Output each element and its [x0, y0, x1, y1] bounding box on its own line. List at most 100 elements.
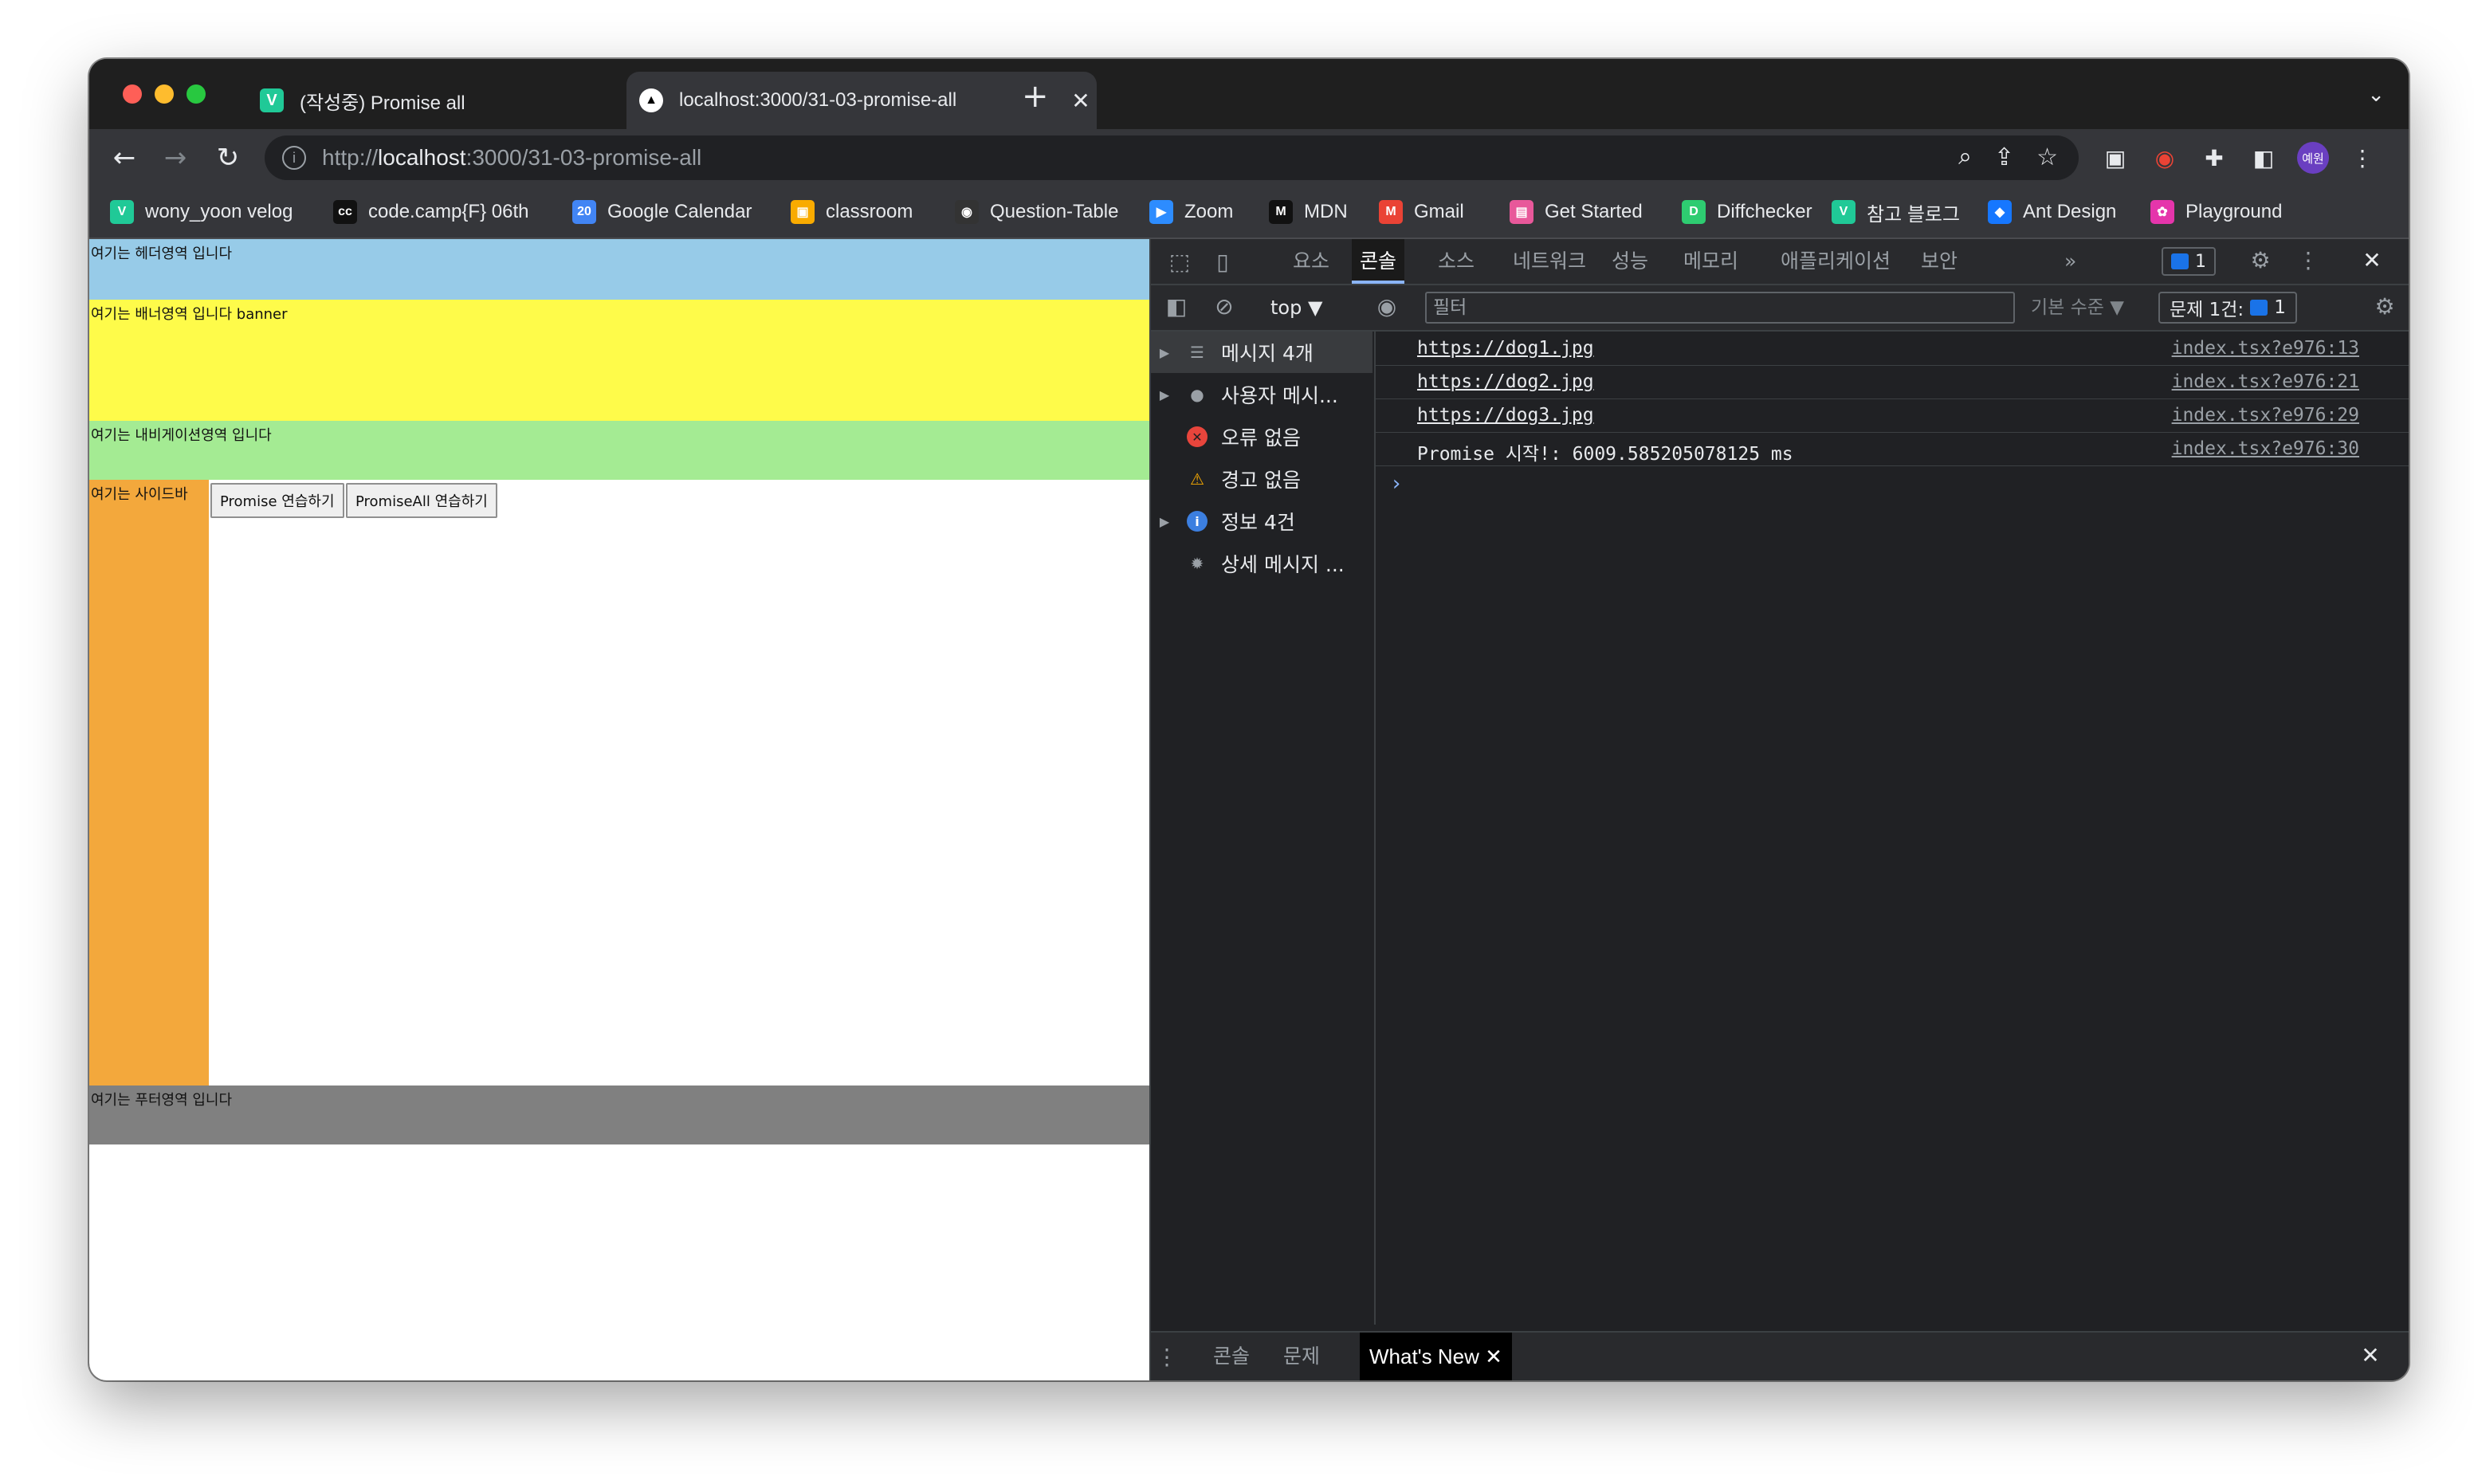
bookmark-item[interactable]: M MDN	[1269, 196, 1348, 228]
bookmark-item[interactable]: V 참고 블로그	[1832, 196, 1960, 228]
bookmark-favicon-icon: M	[1379, 200, 1403, 224]
bookmark-favicon-icon: ◉	[955, 200, 979, 224]
devtools-tab[interactable]: 메모리	[1675, 239, 1746, 284]
reload-icon[interactable]: ↻	[210, 140, 245, 175]
velog-icon: V	[260, 88, 284, 112]
list-icon: ☰	[1190, 343, 1204, 362]
more-tabs-icon[interactable]: »	[2056, 239, 2084, 284]
zoom-icon[interactable]: ⌕	[1958, 143, 1972, 171]
devtools-tab[interactable]: 요소	[1285, 239, 1337, 284]
console-sidebar-item[interactable]: ✹ 상세 메시지 ...	[1151, 543, 1372, 584]
extensions-puzzle-icon[interactable]: ✚	[2198, 142, 2230, 174]
media-icon[interactable]: ▣	[2099, 142, 2131, 174]
issue-count-button[interactable]: 문제 1건: 1	[2158, 292, 2297, 324]
log-source-link[interactable]: index.tsx?e976:21	[2172, 371, 2359, 392]
bookmark-star-icon[interactable]: ☆	[2036, 143, 2058, 171]
log-source-link[interactable]: index.tsx?e976:29	[2172, 405, 2359, 426]
bookmark-item[interactable]: ▶ Zoom	[1149, 196, 1233, 228]
extension-icon[interactable]: ◉	[2149, 142, 2181, 174]
log-message: Promise 시작!: 6009.585205078125 ms	[1417, 444, 1793, 465]
bookmark-item[interactable]: ▤ Get Started	[1510, 196, 1643, 228]
bookmark-item[interactable]: M Gmail	[1379, 196, 1464, 228]
warning-icon: ⚠	[1190, 469, 1204, 489]
promise-practice-button[interactable]: Promise 연습하기	[210, 483, 344, 518]
maximize-window-button[interactable]	[187, 84, 206, 104]
close-devtools-icon[interactable]: ✕	[2358, 247, 2386, 273]
expand-arrow-icon: ▶	[1159, 513, 1170, 529]
drawer-tab-whats-new[interactable]: What's New ✕	[1360, 1333, 1512, 1380]
bookmark-item[interactable]: 20 Google Calendar	[572, 196, 752, 228]
site-info-icon[interactable]: i	[282, 146, 306, 170]
log-levels-dropdown[interactable]: 기본 수준 ▼	[2031, 292, 2124, 324]
bookmark-favicon-icon: V	[1832, 200, 1856, 224]
profile-avatar[interactable]: 예원	[2297, 142, 2329, 174]
bookmark-item[interactable]: Vwony_yoon velog	[110, 196, 293, 228]
bookmark-favicon-icon: ◆	[1988, 200, 2012, 224]
bookmark-item[interactable]: cc code.camp{F} 06th	[333, 196, 528, 228]
navigation-section: 여기는 내비게이션영역 입니다	[89, 421, 1149, 480]
inspect-element-icon[interactable]: ⬚	[1165, 249, 1194, 275]
drawer-tab-console[interactable]: 콘솔	[1204, 1333, 1259, 1380]
forward-icon[interactable]: →	[158, 140, 193, 175]
bookmark-item[interactable]: ◉ Question-Table	[955, 196, 1118, 228]
sidebar-toggle-icon[interactable]: ◧	[1162, 293, 1191, 320]
context-selector[interactable]: top ▼	[1270, 292, 1322, 324]
close-drawer-icon[interactable]: ✕	[2354, 1342, 2386, 1368]
new-tab-button[interactable]: +	[1022, 78, 1049, 115]
bookmark-item[interactable]: ✿ Playground	[2150, 196, 2282, 228]
bookmark-item[interactable]: ▣ classroom	[791, 196, 913, 228]
console-prompt[interactable]: ›	[1390, 472, 1403, 496]
devtools-tab[interactable]: 네트워크	[1505, 239, 1594, 284]
close-tab-icon[interactable]: ✕	[1065, 88, 1097, 114]
back-icon[interactable]: ←	[107, 140, 142, 175]
devtools-tab[interactable]: 소스	[1430, 239, 1482, 284]
bookmark-item[interactable]: ◆ Ant Design	[1988, 196, 2116, 228]
console-sidebar-item[interactable]: ▶ i 정보 4건	[1151, 501, 1372, 542]
close-window-button[interactable]	[123, 84, 142, 104]
more-menu-icon[interactable]: ⋮	[2346, 142, 2378, 174]
tab-title: (작성중) Promise all	[300, 92, 465, 114]
minimize-window-button[interactable]	[155, 84, 174, 104]
device-toolbar-icon[interactable]: ▯	[1208, 249, 1237, 275]
log-source-link[interactable]: index.tsx?e976:30	[2172, 438, 2359, 459]
address-bar[interactable]: i http://localhost:3000/31-03-promise-al…	[265, 135, 2079, 180]
console-sidebar-item[interactable]: ▶ ☰ 메시지 4개	[1151, 332, 1372, 373]
devtools-tab[interactable]: 애플리케이션	[1773, 239, 1899, 284]
bookmark-favicon-icon: V	[110, 200, 134, 224]
banner-section: 여기는 배너영역 입니다 banner	[89, 300, 1149, 421]
bookmark-label: Get Started	[1545, 201, 1643, 222]
expand-arrow-icon: ▶	[1159, 344, 1170, 360]
tab-search-icon[interactable]: ⌄	[2367, 83, 2385, 107]
issues-badge[interactable]: 1	[2162, 247, 2216, 276]
settings-gear-icon[interactable]: ⚙	[2246, 247, 2275, 273]
bookmark-item[interactable]: D Diffchecker	[1682, 196, 1812, 228]
log-url-link[interactable]: https://dog2.jpg	[1417, 371, 1594, 392]
log-source-link[interactable]: index.tsx?e976:13	[2172, 338, 2359, 359]
drawer-menu-icon[interactable]: ⋮	[1151, 1344, 1183, 1370]
filter-input[interactable]: 필터	[1425, 292, 2015, 324]
console-sidebar-item[interactable]: ✕ 오류 없음	[1151, 416, 1372, 457]
log-url-link[interactable]: https://dog1.jpg	[1417, 338, 1594, 359]
console-log-row: https://dog2.jpg index.tsx?e976:21	[1376, 365, 2409, 399]
console-sidebar-item[interactable]: ⚠ 경고 없음	[1151, 458, 1372, 500]
browser-window: V (작성중) Promise all ✕ ▲ localhost:3000/3…	[89, 59, 2409, 1380]
clear-console-icon[interactable]: ⊘	[1210, 293, 1239, 320]
log-url-link[interactable]: https://dog3.jpg	[1417, 405, 1594, 426]
devtools-tab[interactable]: 성능	[1604, 239, 1656, 284]
promise-all-practice-button[interactable]: PromiseAll 연습하기	[346, 483, 497, 518]
bookmark-favicon-icon: ▤	[1510, 200, 1533, 224]
devtools-tab[interactable]: 콘솔	[1352, 239, 1405, 284]
bookmark-favicon-icon: ▣	[791, 200, 815, 224]
more-options-icon[interactable]: ⋮	[2294, 247, 2323, 273]
bug-icon: ✹	[1190, 554, 1204, 573]
footer-section: 여기는 푸터영역 입니다	[89, 1086, 1149, 1144]
eye-icon[interactable]: ◉	[1371, 293, 1403, 320]
side-panel-icon[interactable]: ◧	[2248, 142, 2280, 174]
share-icon[interactable]: ⇪	[1994, 143, 2014, 171]
console-sidebar-item[interactable]: ▶ ● 사용자 메시...	[1151, 374, 1372, 415]
console-settings-icon[interactable]: ⚙	[2370, 293, 2399, 320]
close-tab-icon[interactable]: ✕	[1485, 1345, 1502, 1368]
drawer-tab-issues[interactable]: 문제	[1274, 1333, 1329, 1380]
bookmark-label: MDN	[1304, 201, 1348, 222]
devtools-tab[interactable]: 보안	[1913, 239, 1965, 284]
